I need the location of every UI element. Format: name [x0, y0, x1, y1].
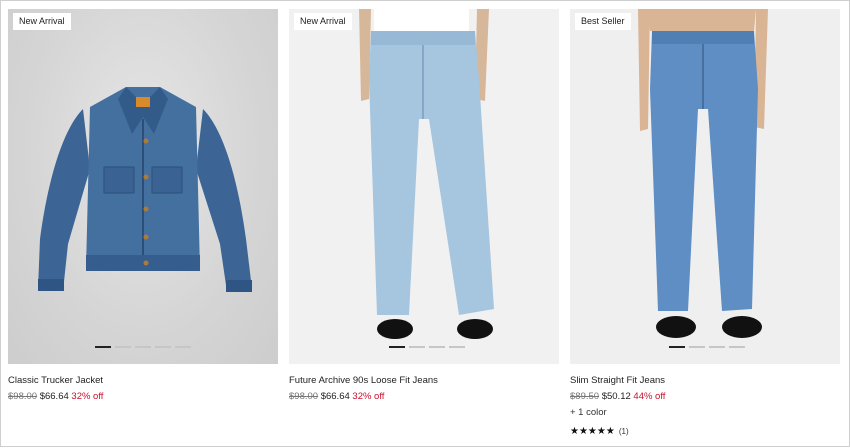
light-wash-jeans-image: [359, 9, 494, 339]
image-carousel-dots[interactable]: [8, 346, 278, 348]
color-count-link[interactable]: + 1 color: [570, 407, 840, 418]
product-grid: New Arrival Classic Trucker Jacket $98.0…: [1, 1, 850, 448]
original-price: $98.00: [289, 391, 319, 402]
discount-label: 32% off: [71, 391, 104, 402]
carousel-dot[interactable]: [429, 346, 445, 348]
original-price: $98.00: [8, 391, 38, 402]
carousel-dot[interactable]: [409, 346, 425, 348]
product-image[interactable]: Best Seller: [570, 9, 840, 364]
product-badge: New Arrival: [294, 13, 352, 30]
carousel-dot[interactable]: [175, 346, 191, 348]
product-rating[interactable]: ★★★★★ (1): [570, 426, 840, 437]
image-carousel-dots[interactable]: [289, 346, 559, 348]
carousel-dot[interactable]: [135, 346, 151, 348]
product-name[interactable]: Future Archive 90s Loose Fit Jeans: [289, 375, 559, 386]
denim-jacket-image: [38, 87, 252, 292]
product-image[interactable]: New Arrival: [289, 9, 559, 364]
carousel-dot[interactable]: [155, 346, 171, 348]
product-price: $98.00 $66.64 32% off: [8, 391, 278, 402]
product-badge: Best Seller: [575, 13, 631, 30]
carousel-dot[interactable]: [669, 346, 685, 348]
product-card-classic-trucker-jacket[interactable]: New Arrival Classic Trucker Jacket $98.0…: [8, 9, 278, 402]
carousel-dot[interactable]: [709, 346, 725, 348]
product-name[interactable]: Slim Straight Fit Jeans: [570, 375, 840, 386]
product-card-future-archive-jeans[interactable]: New Arrival Future Archive 90s Loose Fit…: [289, 9, 559, 402]
product-card-slim-straight-jeans[interactable]: Best Seller Slim Straight Fit Jeans $89.…: [570, 9, 840, 437]
product-price: $89.50 $50.12 44% off: [570, 391, 840, 402]
sale-price: $66.64: [320, 391, 350, 402]
product-image[interactable]: New Arrival: [8, 9, 278, 364]
mid-wash-jeans-image: [638, 9, 768, 338]
product-badge: New Arrival: [13, 13, 71, 30]
sale-price: $66.64: [39, 391, 69, 402]
carousel-dot[interactable]: [115, 346, 131, 348]
carousel-dot[interactable]: [449, 346, 465, 348]
discount-label: 32% off: [352, 391, 385, 402]
discount-label: 44% off: [633, 391, 666, 402]
star-rating-icon: ★★★★★: [570, 426, 615, 437]
image-carousel-dots[interactable]: [570, 346, 840, 348]
original-price: $89.50: [570, 391, 600, 402]
carousel-dot[interactable]: [689, 346, 705, 348]
product-price: $98.00 $66.64 32% off: [289, 391, 559, 402]
carousel-dot[interactable]: [95, 346, 111, 348]
sale-price: $50.12: [601, 391, 631, 402]
review-count: (1): [618, 427, 629, 436]
carousel-dot[interactable]: [389, 346, 405, 348]
carousel-dot[interactable]: [729, 346, 745, 348]
product-name[interactable]: Classic Trucker Jacket: [8, 375, 278, 386]
